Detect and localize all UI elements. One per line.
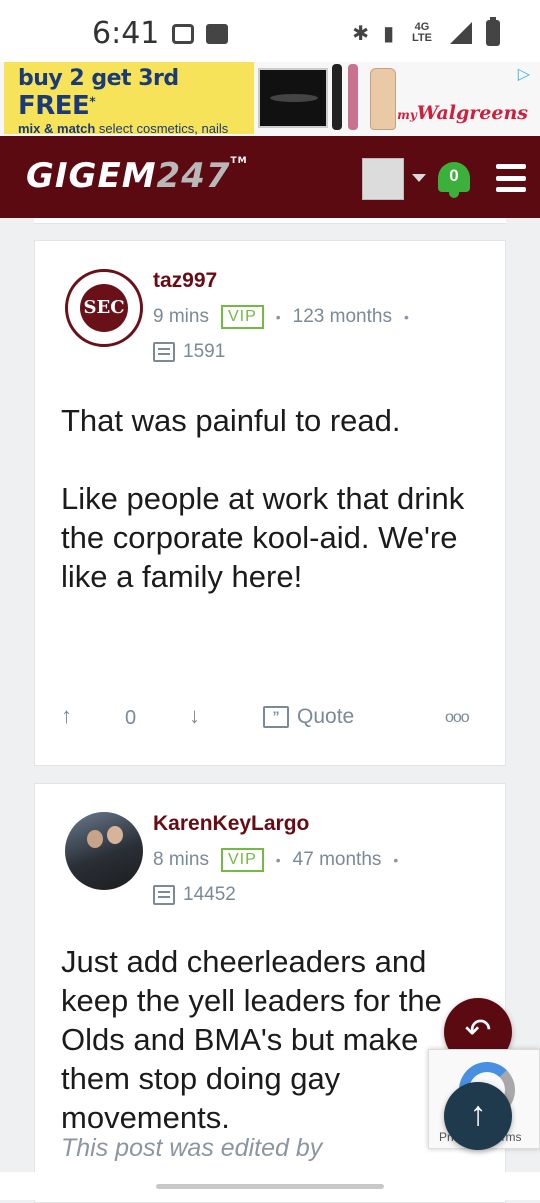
- vibrate-icon: ▮: [382, 22, 394, 45]
- user-post-count: 14452: [153, 884, 236, 906]
- mascara-image: [348, 64, 358, 130]
- ad-text-panel: buy 2 get 3rd FREE* mix & match select c…: [4, 62, 254, 151]
- ad-headline-text: buy 2 get 3rd: [18, 66, 179, 91]
- network-type: 4G LTE: [412, 21, 432, 44]
- post-paragraph: Like people at work that drink the corpo…: [61, 481, 465, 594]
- menu-line: [496, 187, 526, 192]
- ad-banner[interactable]: buy 2 get 3rd FREE* mix & match select c…: [0, 62, 540, 151]
- scroll-to-top-button[interactable]: ↑: [444, 1082, 512, 1150]
- bell-clapper: [449, 192, 459, 198]
- previous-post-card-edge: [34, 218, 506, 224]
- post-count-value: 1591: [183, 341, 226, 362]
- separator-dot: •: [275, 852, 281, 868]
- site-logo[interactable]: GIGEM247TM: [26, 156, 248, 196]
- post-time[interactable]: 9 mins: [153, 306, 209, 328]
- menu-line: [496, 164, 526, 169]
- foundation-bottle-image: [370, 68, 396, 130]
- vip-badge: VIP: [220, 848, 264, 872]
- post-body: That was painful to read. Like people at…: [61, 401, 483, 635]
- upvote-arrow-icon[interactable]: ↑: [61, 703, 72, 729]
- reply-arrow-icon: ↶: [464, 1012, 492, 1048]
- quote-button[interactable]: ” Quote: [263, 705, 354, 729]
- sec-logo-icon: SEC: [80, 284, 128, 332]
- battery-icon: [486, 17, 500, 46]
- logo-number: 247: [156, 156, 231, 196]
- post-actions: ↑ 0 ↓ ” Quote ooo: [61, 699, 491, 739]
- post-paragraph: That was painful to read.: [61, 403, 401, 438]
- ad-headline: buy 2 get 3rd FREE*: [18, 66, 240, 121]
- status-right-icons: ✱ ▮ 4G LTE: [352, 17, 500, 46]
- ad-choices-icon[interactable]: ▷: [518, 64, 530, 84]
- vip-badge: VIP: [220, 305, 264, 329]
- post-count-value: 14452: [183, 884, 236, 905]
- separator-dot: •: [403, 309, 409, 325]
- hamburger-menu-icon[interactable]: [496, 164, 526, 192]
- separator-dot: •: [393, 852, 399, 868]
- home-gesture-handle[interactable]: [156, 1184, 384, 1189]
- walgreens-logo: myWalgreens: [397, 102, 528, 124]
- brand-prefix: my: [397, 108, 417, 122]
- logo-trademark: TM: [230, 156, 248, 166]
- logo-text: GIGEM: [26, 156, 157, 196]
- user-avatar[interactable]: SEC: [65, 269, 143, 347]
- bluetooth-icon: ✱: [352, 22, 369, 45]
- menu-line: [496, 175, 526, 181]
- signal-icon: [450, 22, 472, 44]
- post-username[interactable]: taz997: [153, 269, 217, 293]
- comment-icon: [153, 342, 175, 362]
- post-card: SEC taz997 9 mins VIP • 123 months • 159…: [34, 240, 506, 766]
- post-meta: 9 mins VIP • 123 months •: [153, 305, 409, 329]
- status-bar: 6:41 ✱ ▮ 4G LTE: [0, 0, 540, 62]
- user-avatar[interactable]: [65, 812, 143, 890]
- downvote-arrow-icon[interactable]: ↓: [189, 703, 200, 729]
- post-username[interactable]: KarenKeyLargo: [153, 812, 309, 836]
- status-time: 6:41: [92, 16, 160, 51]
- arrow-up-icon: ↑: [469, 1095, 487, 1133]
- member-tenure: 47 months: [292, 849, 382, 870]
- system-navigation-bar: [0, 1172, 540, 1200]
- notifications-button[interactable]: 0: [436, 158, 472, 198]
- quote-icon: ”: [263, 706, 289, 728]
- post-time[interactable]: 8 mins: [153, 849, 209, 871]
- user-post-count: 1591: [153, 341, 225, 363]
- quote-label: Quote: [297, 705, 355, 728]
- chevron-down-icon[interactable]: [412, 174, 426, 182]
- ad-free-text: FREE: [18, 91, 90, 121]
- vote-count: 0: [125, 707, 137, 729]
- cast-icon: [172, 24, 194, 44]
- post-meta: 8 mins VIP • 47 months •: [153, 848, 398, 872]
- post-paragraph: Just add cheerleaders and keep the yell …: [61, 944, 442, 1135]
- edited-note: This post was edited by: [61, 1134, 323, 1162]
- brand-name: Walgreens: [416, 102, 528, 124]
- member-tenure: 123 months: [292, 306, 392, 327]
- eyeliner-image: [332, 64, 342, 130]
- comment-icon: [153, 885, 175, 905]
- notification-count: 0: [449, 166, 459, 185]
- lash-product-image: [258, 68, 328, 128]
- status-left-icons: [172, 24, 228, 44]
- separator-dot: •: [275, 309, 281, 325]
- ad-sub-bold: mix & match: [18, 121, 96, 136]
- ad-product-images: [254, 62, 414, 134]
- more-options-icon[interactable]: ooo: [445, 709, 470, 727]
- image-icon: [206, 24, 228, 44]
- user-avatar-button[interactable]: [362, 158, 404, 200]
- site-header: GIGEM247TM 0: [0, 136, 540, 218]
- ad-asterisk: *: [89, 94, 96, 109]
